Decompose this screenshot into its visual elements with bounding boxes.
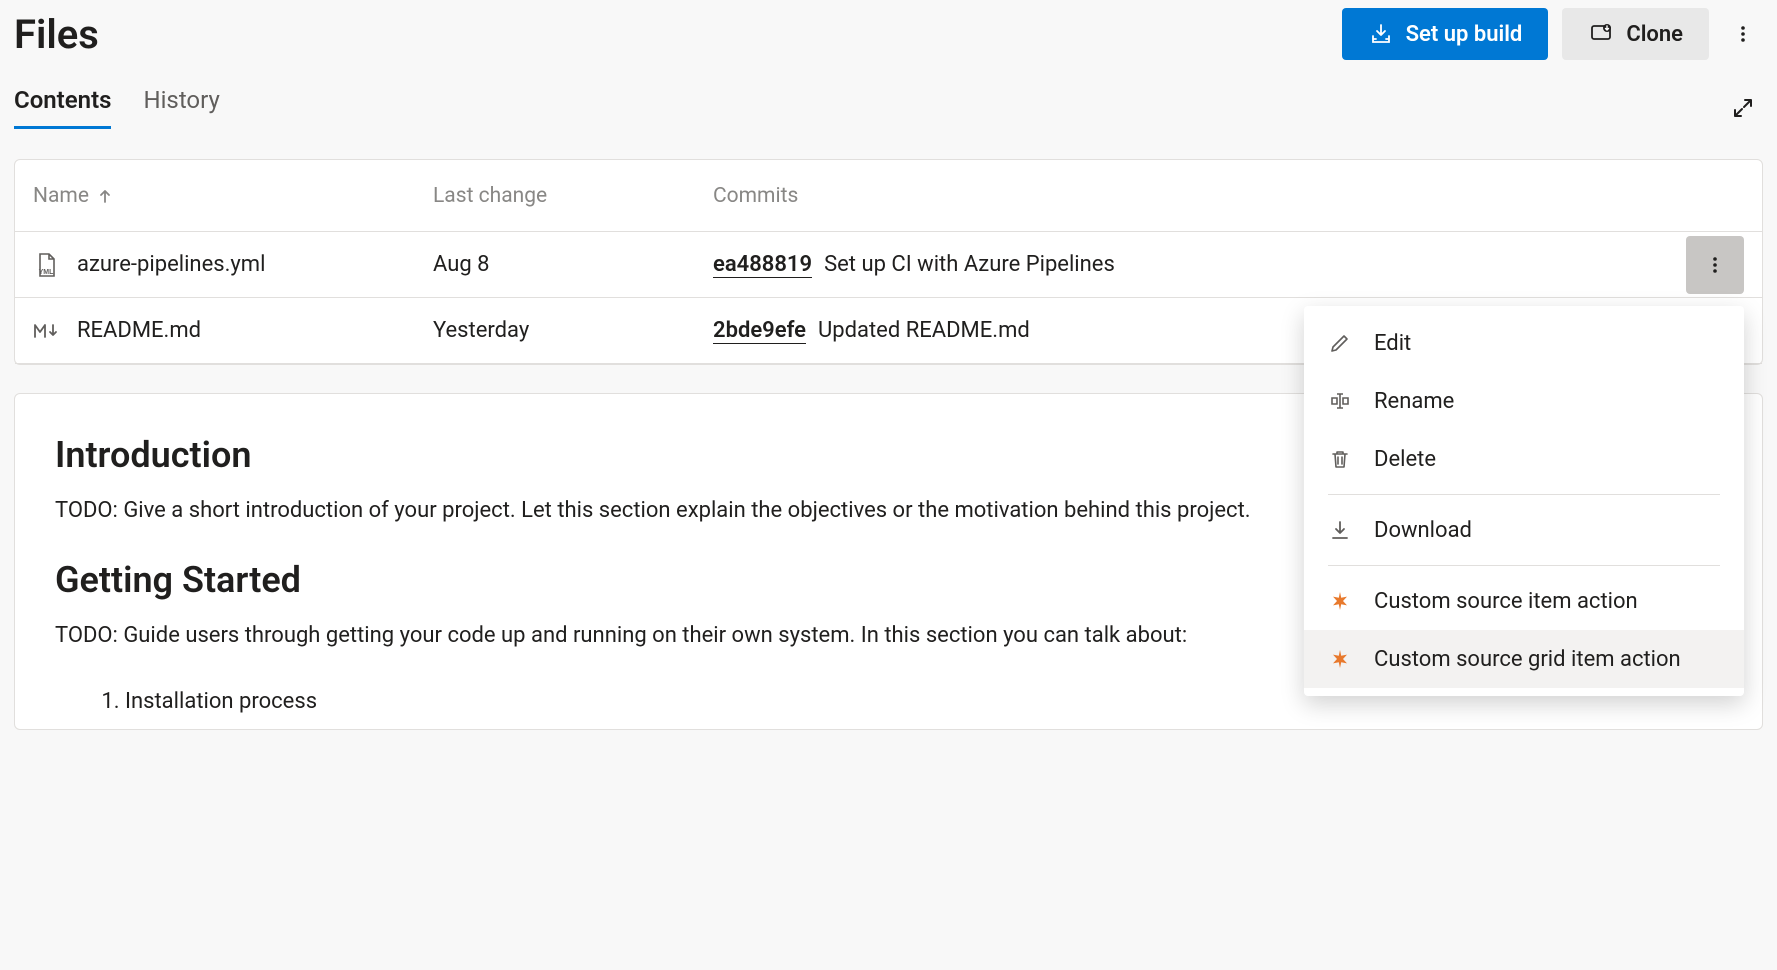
page-title: Files [14, 11, 99, 58]
file-last-change: Aug 8 [433, 252, 713, 277]
commit-hash-link[interactable]: 2bde9efe [713, 318, 806, 344]
download-icon [1328, 518, 1352, 542]
column-header-last-change[interactable]: Last change [433, 184, 713, 208]
column-header-name[interactable]: Name [33, 184, 433, 208]
menu-item-delete[interactable]: Delete [1304, 430, 1744, 488]
menu-divider [1328, 494, 1720, 495]
tab-contents[interactable]: Contents [14, 86, 111, 129]
context-menu: Edit Rename Delete [1304, 306, 1744, 696]
column-header-name-label: Name [33, 184, 89, 208]
file-name: README.md [77, 318, 201, 343]
header-actions: Set up build Clone [1342, 8, 1763, 60]
tab-history[interactable]: History [143, 86, 219, 129]
sort-asc-icon [97, 188, 113, 204]
menu-item-download[interactable]: Download [1304, 501, 1744, 559]
file-table-header: Name Last change Commits [15, 160, 1762, 232]
menu-item-label: Edit [1374, 331, 1411, 356]
rename-icon [1328, 389, 1352, 413]
setup-build-button[interactable]: Set up build [1342, 8, 1549, 60]
menu-divider [1328, 565, 1720, 566]
table-row[interactable]: YML azure-pipelines.yml Aug 8 ea488819 S… [15, 232, 1762, 298]
file-name: azure-pipelines.yml [77, 252, 265, 277]
markdown-file-icon [33, 318, 59, 344]
clone-label: Clone [1626, 22, 1683, 47]
asterisk-icon [1328, 647, 1352, 671]
menu-item-custom-source[interactable]: Custom source item action [1304, 572, 1744, 630]
file-commit-cell: ea488819 Set up CI with Azure Pipelines [713, 252, 1674, 278]
menu-item-label: Download [1374, 518, 1472, 543]
column-header-commits[interactable]: Commits [713, 184, 1674, 208]
tabs-row: Contents History [14, 86, 1763, 129]
clone-button[interactable]: Clone [1562, 8, 1709, 60]
delete-icon [1328, 447, 1352, 471]
menu-item-label: Delete [1374, 447, 1436, 472]
yml-file-icon: YML [33, 252, 59, 278]
svg-text:YML: YML [39, 269, 55, 276]
row-more-button[interactable] [1686, 236, 1744, 294]
fullscreen-button[interactable] [1723, 88, 1763, 128]
tabs: Contents History [14, 86, 220, 129]
more-vertical-icon [1733, 24, 1753, 44]
file-table: Name Last change Commits YML azure-pipel… [14, 159, 1763, 365]
asterisk-icon [1328, 589, 1352, 613]
menu-item-label: Rename [1374, 389, 1454, 414]
menu-item-custom-source-grid[interactable]: Custom source grid item action [1304, 630, 1744, 688]
commit-hash-link[interactable]: ea488819 [713, 252, 812, 278]
header-more-button[interactable] [1723, 14, 1763, 54]
menu-item-edit[interactable]: Edit [1304, 314, 1744, 372]
commit-message: Set up CI with Azure Pipelines [824, 252, 1115, 277]
menu-item-label: Custom source grid item action [1374, 647, 1681, 672]
more-vertical-icon [1705, 255, 1725, 275]
menu-item-label: Custom source item action [1374, 589, 1638, 614]
file-name-cell: YML azure-pipelines.yml [33, 252, 433, 278]
expand-icon [1731, 96, 1755, 120]
edit-icon [1328, 331, 1352, 355]
menu-item-rename[interactable]: Rename [1304, 372, 1744, 430]
page-header: Files Set up build [14, 8, 1763, 68]
clone-icon [1588, 21, 1614, 47]
file-name-cell: README.md [33, 318, 433, 344]
commit-message: Updated README.md [818, 318, 1030, 343]
file-last-change: Yesterday [433, 318, 713, 343]
setup-build-label: Set up build [1406, 22, 1523, 47]
build-icon [1368, 21, 1394, 47]
